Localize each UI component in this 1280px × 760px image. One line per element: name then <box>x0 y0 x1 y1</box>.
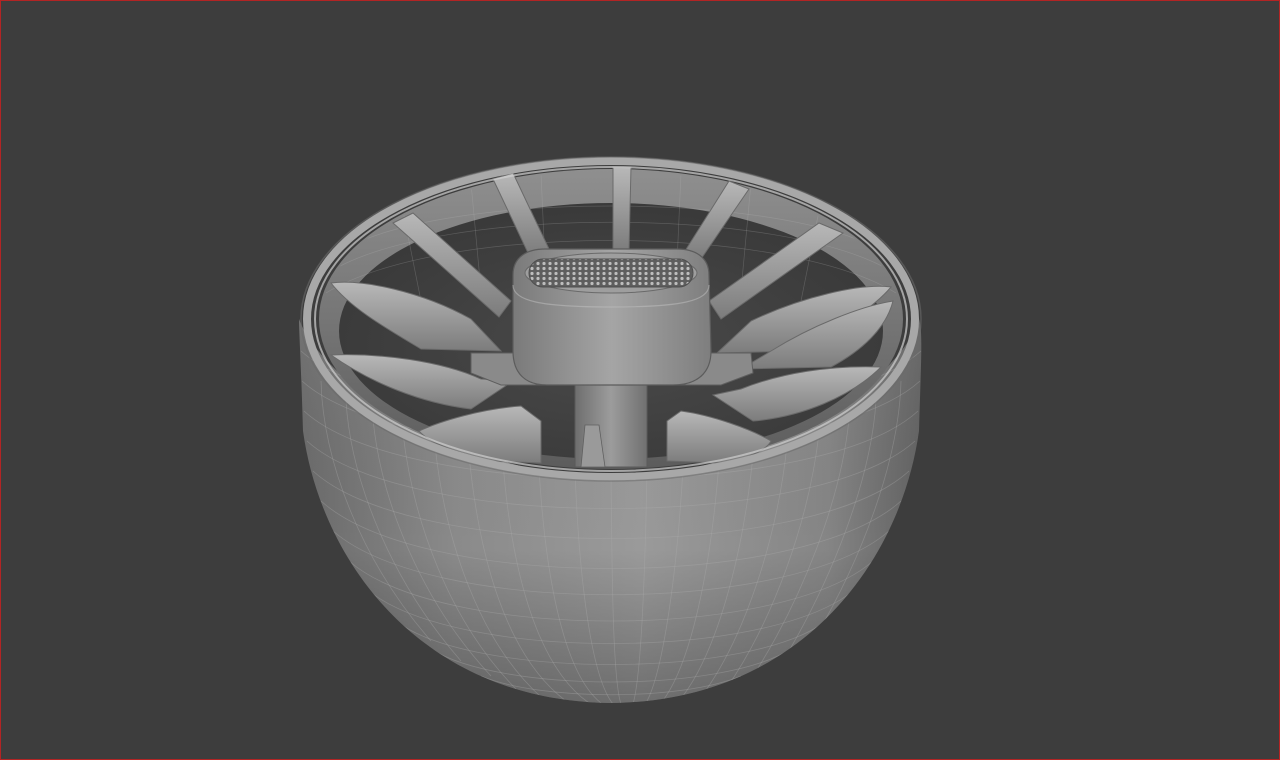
mesh-grille <box>528 258 694 288</box>
center-stem <box>574 378 648 468</box>
vane-back-2 <box>612 166 632 252</box>
center-hub <box>512 248 712 386</box>
3d-viewport[interactable] <box>0 0 1280 760</box>
model-render[interactable] <box>1 1 1280 760</box>
